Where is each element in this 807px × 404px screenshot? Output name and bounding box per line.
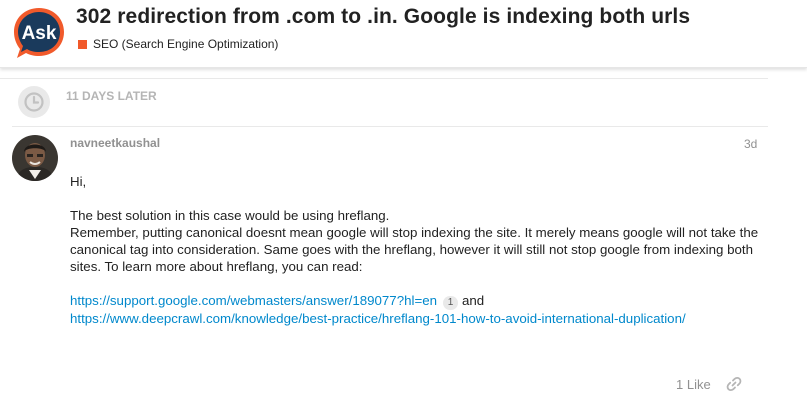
avatar-image bbox=[12, 135, 58, 181]
link-click-count: 1 bbox=[442, 296, 459, 310]
post-paragraph: The best solution in this case would be … bbox=[70, 207, 770, 275]
topic-header: Ask 302 redirection from .com to .in. Go… bbox=[0, 0, 807, 68]
category-name: SEO (Search Engine Optimization) bbox=[93, 37, 279, 51]
deepcrawl-hreflang-link[interactable]: https://www.deepcrawl.com/knowledge/best… bbox=[70, 311, 686, 326]
post-username[interactable]: navneetkaushal bbox=[70, 136, 160, 150]
post-date[interactable]: 3d bbox=[744, 137, 757, 151]
google-hreflang-link[interactable]: https://support.google.com/webmasters/an… bbox=[70, 293, 437, 308]
link-icon[interactable] bbox=[725, 375, 743, 393]
clock-icon bbox=[18, 86, 50, 118]
like-button[interactable]: 1 Like bbox=[676, 377, 711, 392]
and-text: and bbox=[461, 293, 485, 308]
ask-logo[interactable]: Ask bbox=[12, 6, 66, 60]
post-links: https://support.google.com/webmasters/an… bbox=[70, 292, 770, 327]
category-color-swatch bbox=[78, 39, 87, 49]
time-gap-label: 11 DAYS LATER bbox=[66, 89, 157, 103]
category-badge[interactable]: SEO (Search Engine Optimization) bbox=[78, 37, 278, 51]
avatar[interactable] bbox=[12, 135, 58, 181]
post-greeting: Hi, bbox=[70, 174, 87, 189]
time-gap: 11 DAYS LATER bbox=[0, 78, 768, 118]
post-line-2: Remember, putting canonical doesnt mean … bbox=[70, 225, 759, 274]
topic-title[interactable]: 302 redirection from .com to .in. Google… bbox=[76, 5, 690, 29]
post-body: Hi, The best solution in this case would… bbox=[70, 173, 770, 344]
logo-text: Ask bbox=[22, 23, 57, 44]
post-actions: 1 Like bbox=[676, 374, 743, 394]
post-divider bbox=[12, 126, 768, 127]
post-line-1: The best solution in this case would be … bbox=[70, 208, 390, 223]
